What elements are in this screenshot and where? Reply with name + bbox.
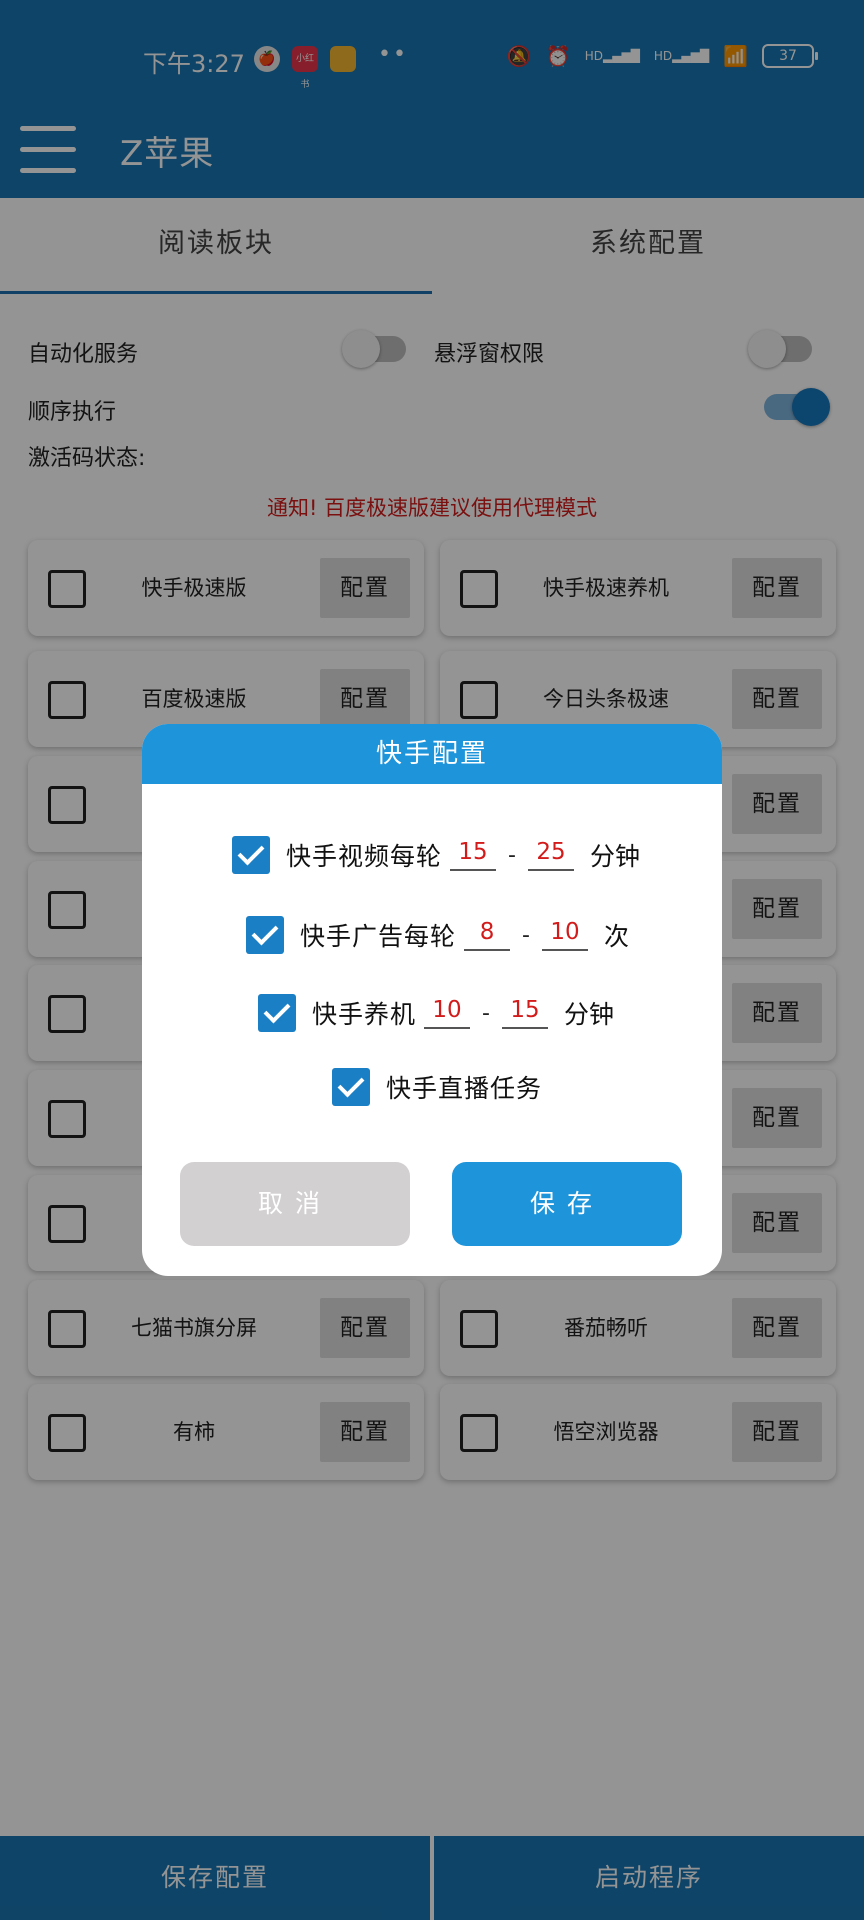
nurture-min-input[interactable]: 10 xyxy=(424,997,471,1029)
cancel-button[interactable]: 取消 xyxy=(180,1162,410,1246)
save-button[interactable]: 保存 xyxy=(452,1162,682,1246)
option-label: 快手养机 xyxy=(312,1000,417,1029)
option-device-nurture: 快手养机 10 - 15 分钟 xyxy=(258,992,614,1034)
option-label: 快手广告每轮 xyxy=(300,922,457,951)
video-checkbox[interactable] xyxy=(232,836,270,874)
ad-max-input[interactable]: 10 xyxy=(541,919,588,951)
dialog-title: 快手配置 xyxy=(142,724,722,784)
option-unit: 次 xyxy=(603,922,629,951)
kuaishou-config-dialog: 快手配置 快手视频每轮 15 - 25 分钟 快手广告每轮 8 - 10 次 快… xyxy=(142,724,722,1276)
option-unit: 分钟 xyxy=(563,1000,614,1029)
nurture-max-input[interactable]: 15 xyxy=(501,997,548,1029)
option-video-per-round: 快手视频每轮 15 - 25 分钟 xyxy=(232,834,640,876)
live-task-checkbox[interactable] xyxy=(332,1068,370,1106)
option-live-task: 快手直播任务 xyxy=(332,1066,542,1108)
range-separator: - xyxy=(482,1000,490,1026)
ad-min-input[interactable]: 8 xyxy=(464,919,511,951)
video-max-input[interactable]: 25 xyxy=(527,839,574,871)
option-label: 快手直播任务 xyxy=(386,1074,543,1103)
option-label: 快手视频每轮 xyxy=(286,842,443,871)
range-separator: - xyxy=(508,842,516,868)
ad-checkbox[interactable] xyxy=(246,916,284,954)
option-unit: 分钟 xyxy=(589,842,640,871)
nurture-checkbox[interactable] xyxy=(258,994,296,1032)
range-separator: - xyxy=(522,922,530,948)
option-ad-per-round: 快手广告每轮 8 - 10 次 xyxy=(246,914,629,956)
video-min-input[interactable]: 15 xyxy=(450,839,497,871)
